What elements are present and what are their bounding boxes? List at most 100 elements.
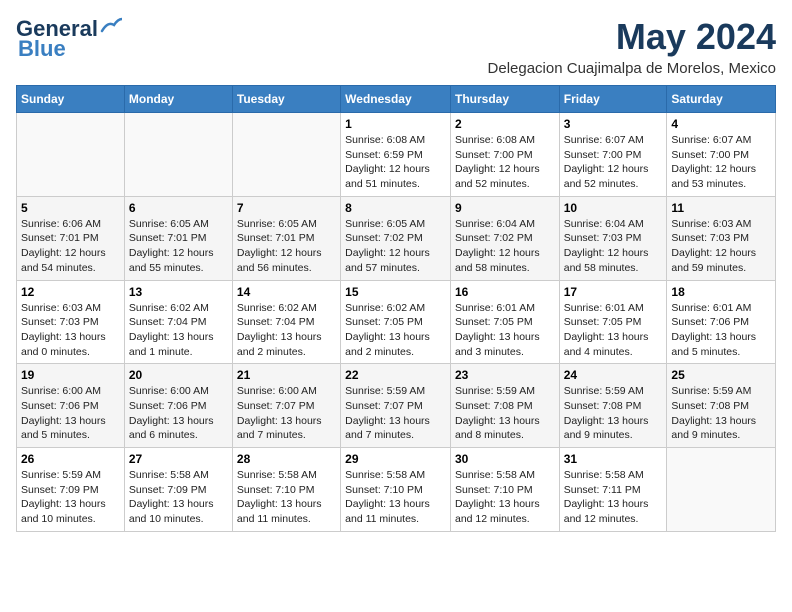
cell-content: Sunrise: 5:58 AM Sunset: 7:10 PM Dayligh… (455, 468, 555, 527)
cell-content: Sunrise: 6:07 AM Sunset: 7:00 PM Dayligh… (564, 133, 663, 192)
day-number: 11 (671, 201, 771, 215)
calendar-cell (232, 113, 340, 197)
day-number: 23 (455, 368, 555, 382)
logo-text-blue: Blue (18, 36, 66, 62)
day-number: 15 (345, 285, 446, 299)
calendar-cell: 23 Sunrise: 5:59 AM Sunset: 7:08 PM Dayli… (450, 364, 559, 448)
col-header-thursday: Thursday (450, 86, 559, 113)
calendar-cell: 21 Sunrise: 6:00 AM Sunset: 7:07 PM Dayli… (232, 364, 340, 448)
col-header-sunday: Sunday (17, 86, 125, 113)
calendar-cell: 16 Sunrise: 6:01 AM Sunset: 7:05 PM Dayli… (450, 280, 559, 364)
calendar-cell: 13 Sunrise: 6:02 AM Sunset: 7:04 PM Dayli… (124, 280, 232, 364)
day-number: 13 (129, 285, 228, 299)
day-number: 29 (345, 452, 446, 466)
calendar-cell: 28 Sunrise: 5:58 AM Sunset: 7:10 PM Dayli… (232, 448, 340, 532)
day-number: 10 (564, 201, 663, 215)
calendar-cell: 12Sunrise: 6:03 AM Sunset: 7:03 PM Dayli… (17, 280, 125, 364)
week-row-2: 5 Sunrise: 6:06 AM Sunset: 7:01 PM Daylig… (17, 196, 776, 280)
calendar-cell (17, 113, 125, 197)
logo-bird-icon (100, 17, 122, 33)
logo: General Blue (16, 16, 122, 62)
day-number: 27 (129, 452, 228, 466)
calendar-cell: 9Sunrise: 6:04 AM Sunset: 7:02 PM Daylig… (450, 196, 559, 280)
cell-content: Sunrise: 6:03 AM Sunset: 7:03 PM Dayligh… (671, 217, 771, 276)
day-number: 9 (455, 201, 555, 215)
calendar-cell (667, 448, 776, 532)
calendar-cell: 4Sunrise: 6:07 AM Sunset: 7:00 PM Daylig… (667, 113, 776, 197)
calendar-cell: 19Sunrise: 6:00 AM Sunset: 7:06 PM Dayli… (17, 364, 125, 448)
cell-content: Sunrise: 6:04 AM Sunset: 7:03 PM Dayligh… (564, 217, 663, 276)
cell-content: Sunrise: 5:59 AM Sunset: 7:08 PM Dayligh… (564, 384, 663, 443)
day-number: 20 (129, 368, 228, 382)
calendar-cell: 25 Sunrise: 5:59 AM Sunset: 7:08 PM Dayli… (667, 364, 776, 448)
cell-content: Sunrise: 5:58 AM Sunset: 7:11 PM Dayligh… (564, 468, 663, 527)
cell-content: Sunrise: 5:59 AM Sunset: 7:08 PM Dayligh… (455, 384, 555, 443)
calendar-cell: 10 Sunrise: 6:04 AM Sunset: 7:03 PM Dayli… (559, 196, 667, 280)
calendar-table: SundayMondayTuesdayWednesdayThursdayFrid… (16, 85, 776, 532)
day-number: 21 (237, 368, 336, 382)
day-number: 28 (237, 452, 336, 466)
col-header-tuesday: Tuesday (232, 86, 340, 113)
calendar-cell: 3 Sunrise: 6:07 AM Sunset: 7:00 PM Daylig… (559, 113, 667, 197)
calendar-cell: 26 Sunrise: 5:59 AM Sunset: 7:09 PM Dayli… (17, 448, 125, 532)
calendar-cell (124, 113, 232, 197)
day-number: 19 (21, 368, 120, 382)
cell-content: Sunrise: 5:59 AM Sunset: 7:07 PM Dayligh… (345, 384, 446, 443)
calendar-cell: 7 Sunrise: 6:05 AM Sunset: 7:01 PM Daylig… (232, 196, 340, 280)
calendar-cell: 30 Sunrise: 5:58 AM Sunset: 7:10 PM Dayli… (450, 448, 559, 532)
location-title: Delegacion Cuajimalpa de Morelos, Mexico (488, 60, 776, 77)
calendar-cell: 15 Sunrise: 6:02 AM Sunset: 7:05 PM Dayli… (341, 280, 451, 364)
day-number: 3 (564, 117, 663, 131)
col-header-saturday: Saturday (667, 86, 776, 113)
cell-content: Sunrise: 6:06 AM Sunset: 7:01 PM Dayligh… (21, 217, 120, 276)
cell-content: Sunrise: 6:00 AM Sunset: 7:06 PM Dayligh… (129, 384, 228, 443)
week-row-5: 26 Sunrise: 5:59 AM Sunset: 7:09 PM Dayli… (17, 448, 776, 532)
day-number: 26 (21, 452, 120, 466)
calendar-cell: 14Sunrise: 6:02 AM Sunset: 7:04 PM Dayli… (232, 280, 340, 364)
cell-content: Sunrise: 5:59 AM Sunset: 7:08 PM Dayligh… (671, 384, 771, 443)
title-area: May 2024 Delegacion Cuajimalpa de Morelo… (488, 16, 776, 77)
cell-content: Sunrise: 6:01 AM Sunset: 7:05 PM Dayligh… (455, 301, 555, 360)
day-number: 22 (345, 368, 446, 382)
cell-content: Sunrise: 6:05 AM Sunset: 7:01 PM Dayligh… (237, 217, 336, 276)
day-number: 12 (21, 285, 120, 299)
cell-content: Sunrise: 6:02 AM Sunset: 7:05 PM Dayligh… (345, 301, 446, 360)
cell-content: Sunrise: 6:02 AM Sunset: 7:04 PM Dayligh… (237, 301, 336, 360)
week-row-4: 19 Sunrise: 6:00 AM Sunset: 7:06 PM Dayli… (17, 364, 776, 448)
day-number: 18 (671, 285, 771, 299)
day-number: 7 (237, 201, 336, 215)
day-number: 25 (671, 368, 771, 382)
calendar-cell: 29 Sunrise: 5:58 AM Sunset: 7:10 PM Dayli… (341, 448, 451, 532)
day-number: 24 (564, 368, 663, 382)
calendar-cell: 1Sunrise: 6:08 AM Sunset: 6:59 PM Daylig… (341, 113, 451, 197)
calendar-cell: 18 Sunrise: 6:01 AM Sunset: 7:06 PM Dayli… (667, 280, 776, 364)
day-number: 16 (455, 285, 555, 299)
cell-content: Sunrise: 5:58 AM Sunset: 7:10 PM Dayligh… (237, 468, 336, 527)
cell-content: Sunrise: 6:02 AM Sunset: 7:04 PM Dayligh… (129, 301, 228, 360)
calendar-cell: 31Sunrise: 5:58 AM Sunset: 7:11 PM Dayli… (559, 448, 667, 532)
calendar-cell: 22 Sunrise: 5:59 AM Sunset: 7:07 PM Dayli… (341, 364, 451, 448)
cell-content: Sunrise: 5:58 AM Sunset: 7:10 PM Dayligh… (345, 468, 446, 527)
calendar-cell: 2Sunrise: 6:08 AM Sunset: 7:00 PM Daylig… (450, 113, 559, 197)
header-row: SundayMondayTuesdayWednesdayThursdayFrid… (17, 86, 776, 113)
cell-content: Sunrise: 6:00 AM Sunset: 7:07 PM Dayligh… (237, 384, 336, 443)
cell-content: Sunrise: 5:58 AM Sunset: 7:09 PM Dayligh… (129, 468, 228, 527)
cell-content: Sunrise: 6:05 AM Sunset: 7:02 PM Dayligh… (345, 217, 446, 276)
cell-content: Sunrise: 6:01 AM Sunset: 7:05 PM Dayligh… (564, 301, 663, 360)
day-number: 4 (671, 117, 771, 131)
cell-content: Sunrise: 6:08 AM Sunset: 7:00 PM Dayligh… (455, 133, 555, 192)
day-number: 6 (129, 201, 228, 215)
calendar-cell: 24 Sunrise: 5:59 AM Sunset: 7:08 PM Dayli… (559, 364, 667, 448)
week-row-3: 12Sunrise: 6:03 AM Sunset: 7:03 PM Dayli… (17, 280, 776, 364)
day-number: 8 (345, 201, 446, 215)
month-title: May 2024 (488, 16, 776, 58)
cell-content: Sunrise: 6:05 AM Sunset: 7:01 PM Dayligh… (129, 217, 228, 276)
col-header-friday: Friday (559, 86, 667, 113)
cell-content: Sunrise: 6:01 AM Sunset: 7:06 PM Dayligh… (671, 301, 771, 360)
cell-content: Sunrise: 5:59 AM Sunset: 7:09 PM Dayligh… (21, 468, 120, 527)
calendar-cell: 6 Sunrise: 6:05 AM Sunset: 7:01 PM Daylig… (124, 196, 232, 280)
week-row-1: 1Sunrise: 6:08 AM Sunset: 6:59 PM Daylig… (17, 113, 776, 197)
day-number: 5 (21, 201, 120, 215)
calendar-cell: 27 Sunrise: 5:58 AM Sunset: 7:09 PM Dayli… (124, 448, 232, 532)
day-number: 30 (455, 452, 555, 466)
